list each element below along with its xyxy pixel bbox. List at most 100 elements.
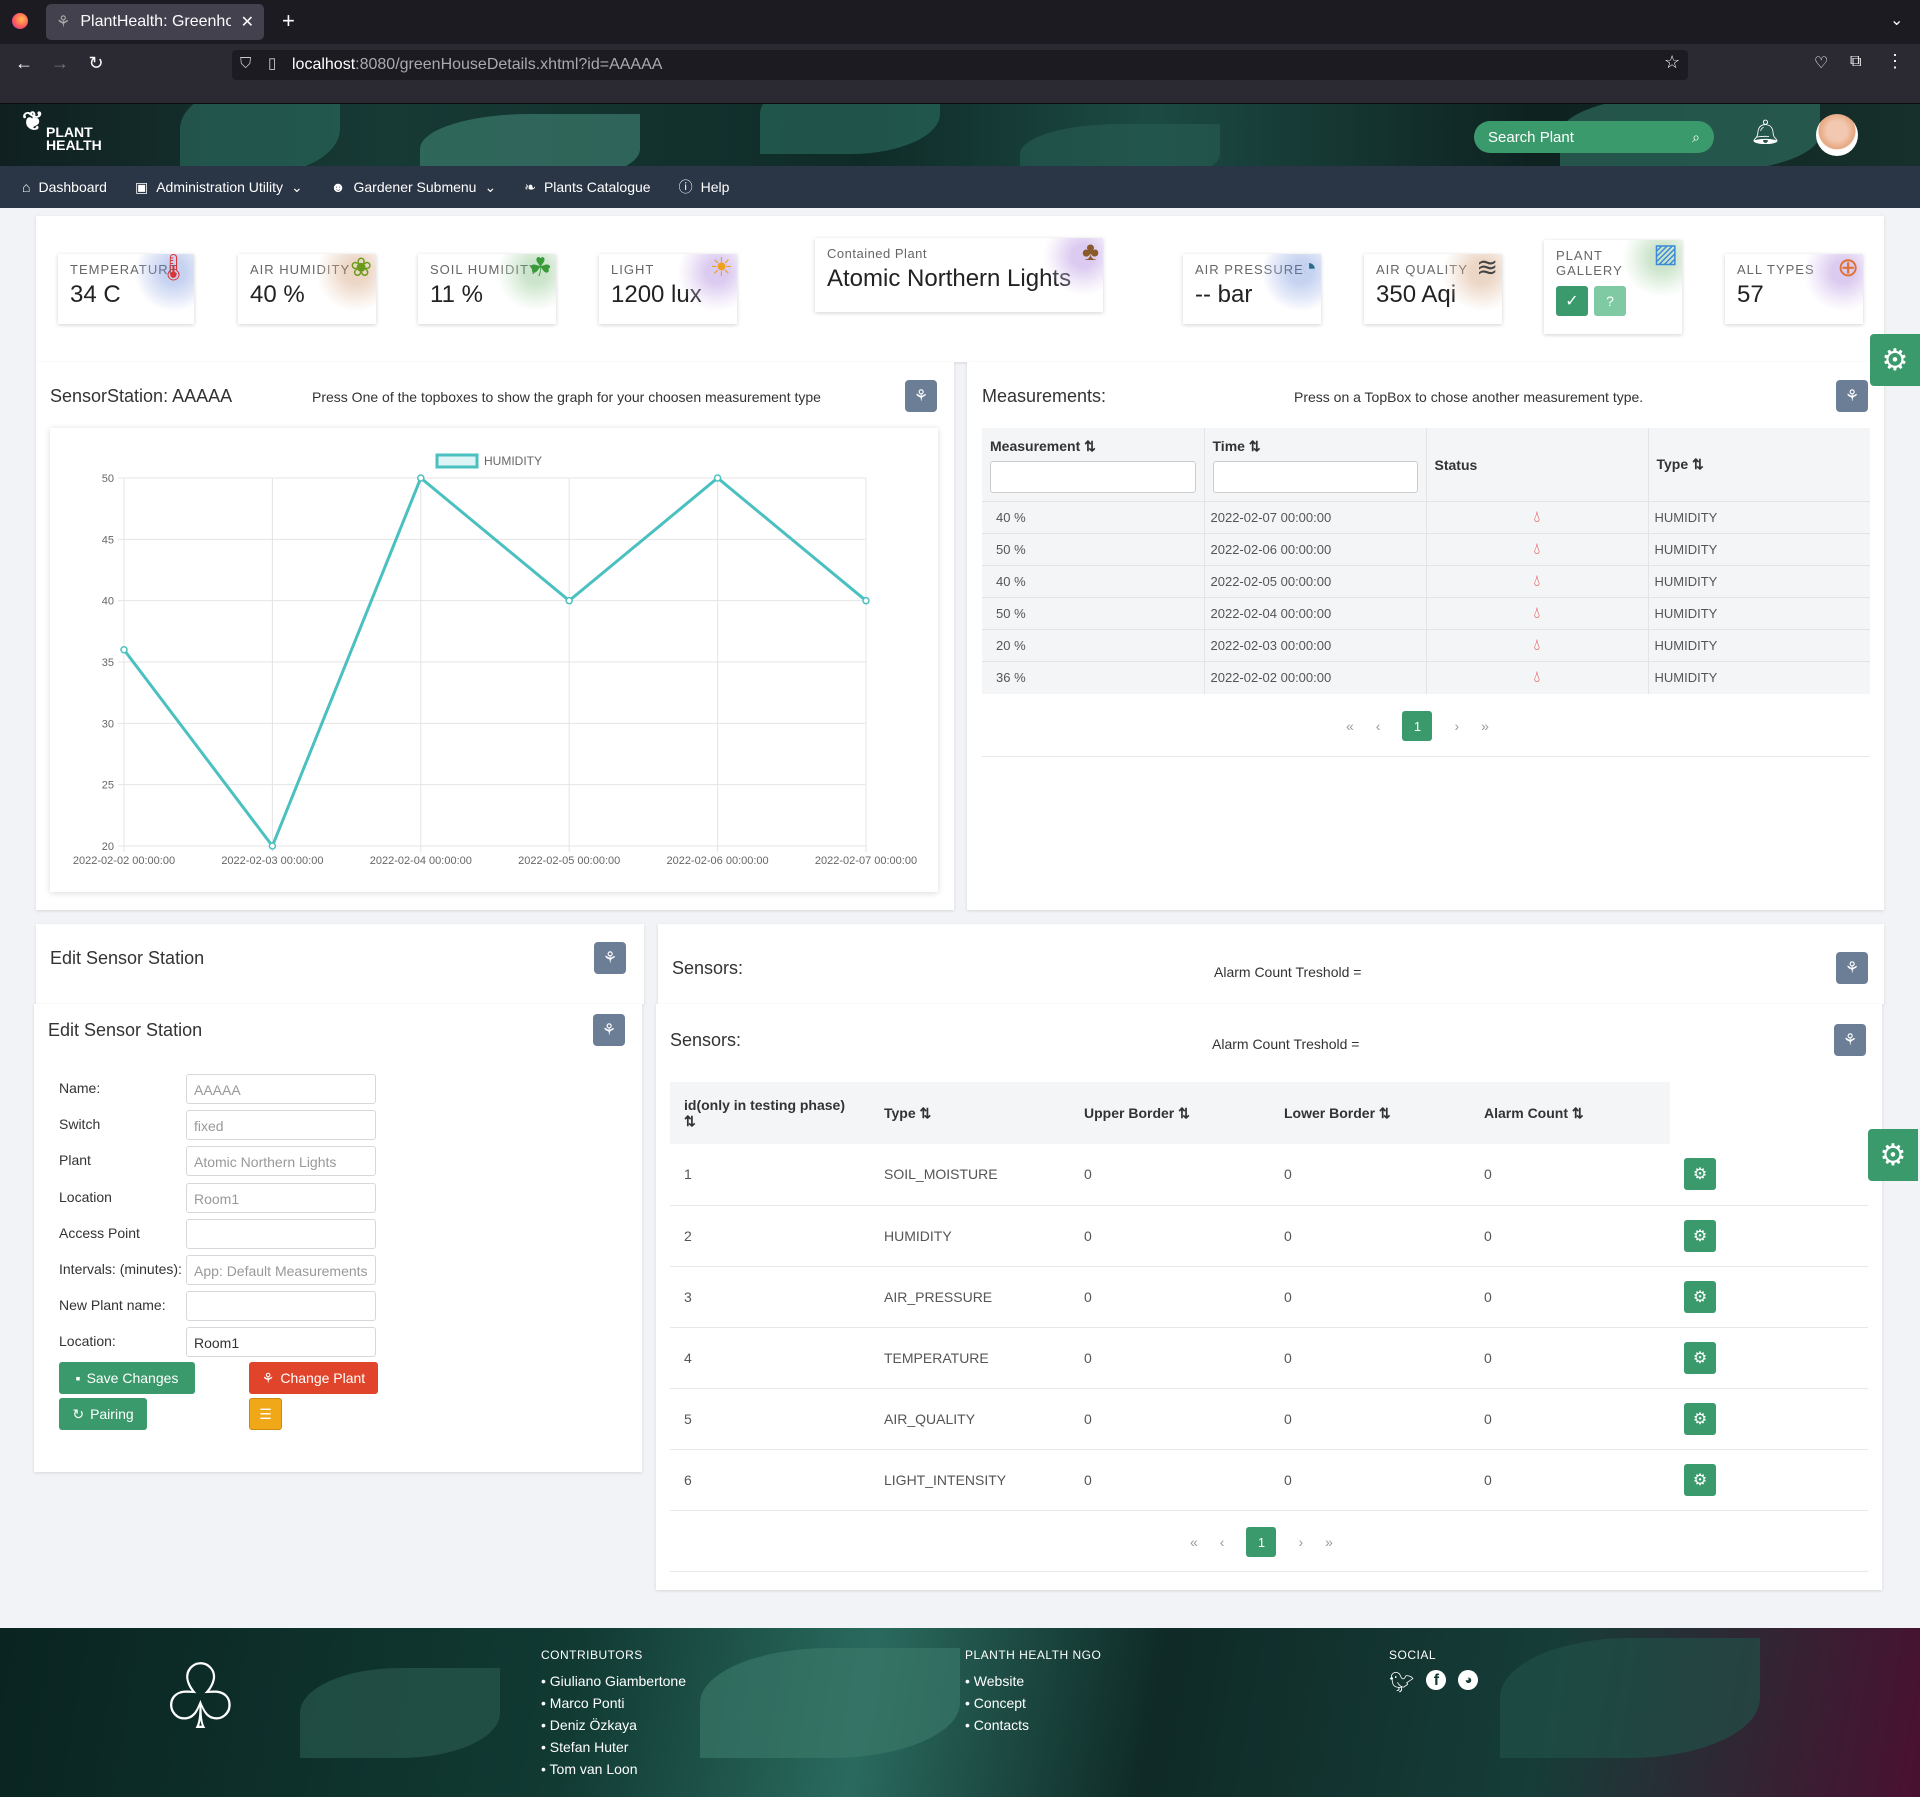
change-plant-button[interactable]: ⚘ Change Plant bbox=[249, 1362, 378, 1394]
topbox-all-types[interactable]: ⊕ ALL TYPES 57 bbox=[1725, 254, 1863, 324]
settings-sliders-button[interactable]: ☰ bbox=[249, 1398, 282, 1430]
sort-alarm[interactable]: Alarm Count ⇅ bbox=[1484, 1105, 1656, 1122]
table-row: 50 % 2022-02-06 00:00:00 💧︎ HUMIDITY bbox=[982, 533, 1870, 566]
menu-item-catalogue[interactable]: ❧ Plants Catalogue bbox=[524, 179, 650, 196]
extensions-icon[interactable]: ⧉ bbox=[1850, 53, 1861, 71]
sort-type[interactable]: Type ⇅ bbox=[884, 1105, 1056, 1122]
topbox-light[interactable]: ☀ LIGHT 1200 lux bbox=[599, 254, 737, 324]
gallery-confirm-button[interactable]: ✓ bbox=[1556, 286, 1588, 316]
topbox-air-pressure[interactable]: ◔ AIR PRESSURE -- bar bbox=[1183, 254, 1321, 324]
chevron-down-icon[interactable]: ⌄ bbox=[1890, 10, 1903, 30]
prev-page-icon[interactable]: ‹ bbox=[1220, 1534, 1225, 1550]
sensor-settings-button[interactable]: ⚙ bbox=[1684, 1280, 1716, 1313]
app-logo[interactable]: ❦ PLANT HEALTH bbox=[20, 108, 102, 152]
save-changes-button[interactable]: ▪ Save Changes bbox=[59, 1362, 195, 1394]
field-input-5[interactable]: App: Default Measurements bbox=[186, 1255, 376, 1285]
forward-icon[interactable]: → bbox=[48, 53, 72, 74]
edit-station-title-outer: Edit Sensor Station bbox=[50, 948, 205, 968]
avatar[interactable] bbox=[1816, 114, 1858, 156]
sort-time[interactable]: Time ⇅ bbox=[1213, 438, 1418, 455]
field-input-6[interactable] bbox=[186, 1291, 376, 1322]
menu-item-help[interactable]: ⓘ Help bbox=[679, 177, 730, 197]
url-bar[interactable]: localhost:8080/greenHouseDetails.xhtml?i… bbox=[232, 50, 1688, 80]
close-icon[interactable]: ✕ bbox=[241, 12, 254, 32]
filter-measurement-input[interactable] bbox=[990, 461, 1196, 493]
footer-link[interactable]: Website bbox=[965, 1670, 1101, 1692]
footer-link[interactable]: Contacts bbox=[965, 1714, 1101, 1736]
edit-station-title: Edit Sensor Station bbox=[48, 1020, 203, 1040]
star-icon[interactable]: ☆ bbox=[1664, 52, 1680, 73]
search-icon[interactable]: ⌕ bbox=[1692, 129, 1700, 146]
sensor-settings-button[interactable]: ⚙ bbox=[1684, 1463, 1716, 1496]
pairing-button[interactable]: ↻ Pairing bbox=[59, 1398, 147, 1430]
first-page-icon[interactable]: « bbox=[1190, 1534, 1198, 1550]
contributor-item[interactable]: Marco Ponti bbox=[541, 1692, 686, 1714]
contributor-item[interactable]: Tom van Loon bbox=[541, 1758, 686, 1780]
topbox-temperature[interactable]: 🌡︎ TEMPERATURE 34 C bbox=[58, 254, 194, 324]
sort-measurement[interactable]: Measurement ⇅ bbox=[990, 438, 1196, 455]
menu-item-administration[interactable]: ▣ Administration Utility ⌄ bbox=[135, 179, 303, 196]
twitter-icon[interactable]: 🐦︎ bbox=[1389, 1670, 1414, 1695]
field-input-7[interactable]: Room1 bbox=[186, 1327, 376, 1358]
sensor-settings-button[interactable]: ⚙ bbox=[1684, 1219, 1716, 1252]
sprout-button[interactable]: ⚘ bbox=[1836, 952, 1868, 984]
next-page-icon[interactable]: › bbox=[1454, 718, 1459, 734]
footer-heading: SOCIAL bbox=[1389, 1648, 1437, 1662]
settings-gear-button[interactable]: ⚙ bbox=[1868, 1129, 1918, 1181]
back-icon[interactable]: ← bbox=[12, 53, 36, 74]
prev-page-icon[interactable]: ‹ bbox=[1376, 718, 1381, 734]
shield-icon[interactable]: ⛉ bbox=[240, 55, 251, 72]
menu-item-gardener[interactable]: ☻ Gardener Submenu ⌄ bbox=[331, 179, 496, 196]
sprout-button[interactable]: ⚘ bbox=[1834, 1024, 1866, 1056]
menu-icon[interactable]: ⋮ bbox=[1886, 51, 1904, 72]
sprout-button[interactable]: ⚘ bbox=[905, 380, 937, 412]
contributor-item[interactable]: Giuliano Giambertone bbox=[541, 1670, 686, 1692]
first-page-icon[interactable]: « bbox=[1346, 718, 1354, 734]
field-input-2[interactable]: Atomic Northern Lights bbox=[186, 1146, 376, 1177]
last-page-icon[interactable]: » bbox=[1325, 1534, 1333, 1550]
field-input-3[interactable]: Room1 bbox=[186, 1182, 376, 1213]
new-tab-icon[interactable]: + bbox=[282, 8, 295, 34]
sensors-title-outer: Sensors: bbox=[672, 958, 744, 978]
field-input-1[interactable]: fixed bbox=[186, 1110, 376, 1141]
search-input[interactable]: Search Plant ⌕ bbox=[1474, 121, 1714, 153]
legend-swatch bbox=[435, 453, 479, 469]
menu-item-dashboard[interactable]: ⌂ Dashboard bbox=[22, 179, 107, 195]
reload-icon[interactable]: ↻ bbox=[84, 53, 108, 74]
sort-upper[interactable]: Upper Border ⇅ bbox=[1084, 1105, 1256, 1122]
sprout-button[interactable]: ⚘ bbox=[1836, 380, 1868, 412]
soil-icon: ☘ bbox=[528, 254, 552, 282]
browser-tab[interactable]: ⚘ PlantHealth: Greenhous ✕ bbox=[46, 4, 264, 40]
topbox-air-quality[interactable]: ≋ AIR QUALITY 350 Aqi bbox=[1364, 254, 1502, 324]
topbox-plant-gallery[interactable]: ▨ PLANT GALLERY ✓ ? bbox=[1544, 240, 1682, 334]
footer-link[interactable]: Concept bbox=[965, 1692, 1101, 1714]
gallery-help-button[interactable]: ? bbox=[1594, 286, 1626, 316]
last-page-icon[interactable]: » bbox=[1481, 718, 1489, 734]
settings-gear-button[interactable]: ⚙ bbox=[1870, 334, 1920, 386]
facebook-icon[interactable]: f bbox=[1426, 1670, 1447, 1690]
sprout-button[interactable]: ⚘ bbox=[594, 942, 626, 974]
filter-time-input[interactable] bbox=[1212, 461, 1418, 493]
type-cell: AIR_QUALITY bbox=[870, 1388, 1070, 1450]
topbox-air-humidity[interactable]: ❀ AIR HUMIDITY 40 % bbox=[238, 254, 376, 324]
contributor-item[interactable]: Deniz Özkaya bbox=[541, 1714, 686, 1736]
page-1-button[interactable]: 1 bbox=[1402, 711, 1433, 741]
sort-lower[interactable]: Lower Border ⇅ bbox=[1284, 1105, 1456, 1122]
contributor-item[interactable]: Stefan Huter bbox=[541, 1736, 686, 1758]
data-point bbox=[417, 474, 425, 482]
sensor-settings-button[interactable]: ⚙ bbox=[1684, 1158, 1716, 1191]
topbox-contained-plant[interactable]: ♣ Contained Plant Atomic Northern Lights bbox=[815, 238, 1103, 312]
field-input-4[interactable] bbox=[186, 1218, 376, 1249]
github-icon[interactable]: ◕ bbox=[1458, 1670, 1479, 1690]
sort-type[interactable]: Type ⇅ bbox=[1657, 456, 1863, 473]
sensor-settings-button[interactable]: ⚙ bbox=[1684, 1341, 1716, 1374]
page-1-button[interactable]: 1 bbox=[1246, 1527, 1277, 1557]
field-input-0[interactable]: AAAAA bbox=[186, 1074, 376, 1104]
bell-icon[interactable]: 🔔︎ bbox=[1750, 118, 1780, 147]
sensor-settings-button[interactable]: ⚙ bbox=[1684, 1402, 1716, 1435]
sprout-button[interactable]: ⚘ bbox=[593, 1014, 625, 1046]
sort-id[interactable]: id(only in testing phase) ⇅ bbox=[684, 1097, 856, 1129]
topbox-soil-humidity[interactable]: ☘ SOIL HUMIDITY 11 % bbox=[418, 254, 556, 324]
pocket-icon[interactable]: ♡ bbox=[1814, 53, 1828, 73]
next-page-icon[interactable]: › bbox=[1298, 1534, 1303, 1550]
